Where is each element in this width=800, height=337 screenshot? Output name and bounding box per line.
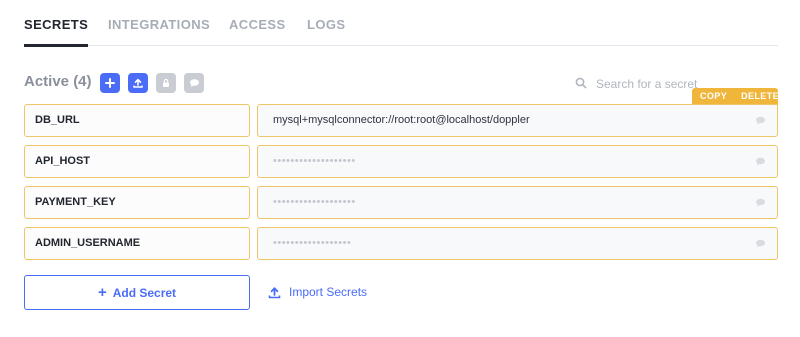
add-secret-label: Add Secret (112, 285, 177, 300)
row-actions: COPY DELETE (692, 88, 779, 104)
lock-icon (163, 78, 169, 87)
add-secret-icon-button[interactable] (100, 73, 120, 93)
secret-value-masked: •••••••••••••••••• (273, 237, 352, 249)
tab-integrations[interactable]: INTEGRATIONS (108, 17, 210, 32)
upload-secrets-button[interactable] (128, 73, 148, 93)
plus-icon (105, 78, 115, 88)
comment-icon[interactable] (755, 157, 766, 166)
secret-value-field[interactable]: •••••••••••••••••• (257, 227, 778, 260)
secret-key-field[interactable]: ADMIN_USERNAME (24, 227, 250, 260)
secret-key-field[interactable]: API_HOST (24, 145, 250, 178)
secret-value-field[interactable]: ••••••••••••••••••• (257, 186, 778, 219)
comment-button[interactable] (184, 73, 204, 93)
secret-value-masked: ••••••••••••••••••• (273, 155, 356, 167)
import-secrets-link[interactable]: Import Secrets (268, 285, 367, 299)
secret-value-field[interactable]: ••••••••••••••••••• (257, 145, 778, 178)
delete-button[interactable]: DELETE (741, 91, 779, 101)
secret-key-field[interactable]: DB_URL (24, 104, 250, 137)
secret-value-text: mysql+mysqlconnector://root:root@localho… (273, 114, 530, 126)
tab-access[interactable]: ACCESS (229, 17, 286, 32)
secret-value-field[interactable]: mysql+mysqlconnector://root:root@localho… (257, 104, 778, 137)
secret-key-field[interactable]: PAYMENT_KEY (24, 186, 250, 219)
comment-icon[interactable] (755, 198, 766, 207)
comment-icon (189, 79, 199, 87)
secret-value-masked: ••••••••••••••••••• (273, 196, 356, 208)
lock-button[interactable] (156, 73, 176, 93)
add-secret-button[interactable]: + Add Secret (24, 275, 250, 310)
copy-button[interactable]: COPY (700, 91, 727, 101)
tab-logs[interactable]: LOGS (307, 17, 345, 32)
tab-bar: SECRETS INTEGRATIONS ACCESS LOGS (24, 0, 778, 47)
import-secrets-label: Import Secrets (289, 285, 368, 299)
comment-icon[interactable] (755, 116, 766, 125)
comment-icon[interactable] (755, 239, 766, 248)
upload-icon (133, 78, 143, 88)
tab-secrets[interactable]: SECRETS (24, 17, 89, 47)
search-icon (575, 77, 587, 89)
upload-icon (268, 286, 281, 298)
plus-icon: + (97, 284, 107, 301)
secrets-heading: Active (4) (24, 73, 92, 90)
